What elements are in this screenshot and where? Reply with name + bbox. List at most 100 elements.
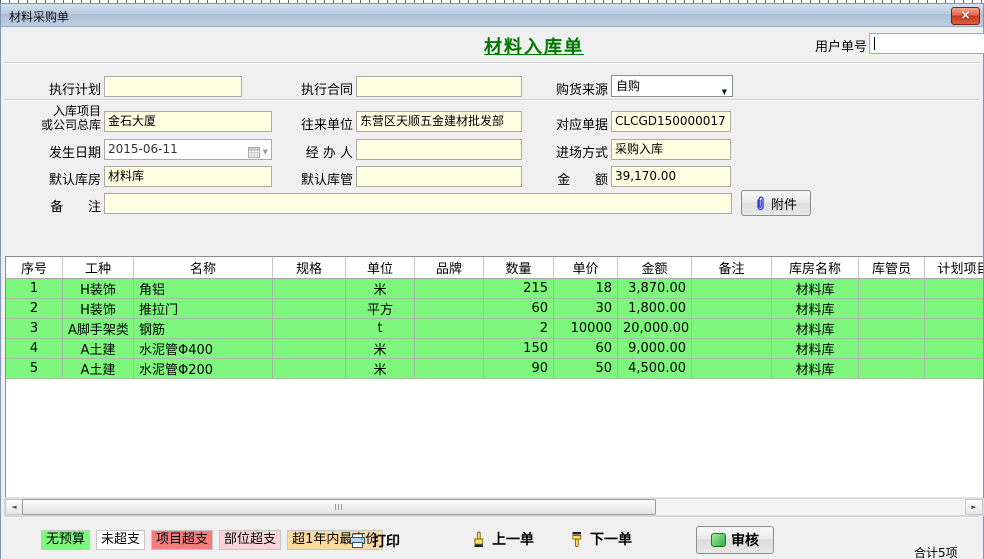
table-cell[interactable] <box>692 279 772 299</box>
table-cell[interactable]: 4 <box>6 339 63 359</box>
table-cell[interactable]: 4,500.00 <box>618 359 692 379</box>
column-header[interactable]: 数量 <box>484 257 554 279</box>
table-cell[interactable] <box>415 359 484 379</box>
table-cell[interactable]: 60 <box>554 339 618 359</box>
table-cell[interactable] <box>925 279 984 299</box>
handler-input[interactable] <box>356 139 522 160</box>
table-cell[interactable] <box>925 319 984 339</box>
table-cell[interactable]: t <box>346 319 415 339</box>
table-cell[interactable] <box>692 319 772 339</box>
table-cell[interactable]: H装饰 <box>63 279 134 299</box>
table-cell[interactable] <box>859 279 925 299</box>
column-header[interactable]: 计划项目 <box>925 257 984 279</box>
column-header[interactable]: 单价 <box>554 257 618 279</box>
table-cell[interactable]: 3,870.00 <box>618 279 692 299</box>
table-cell[interactable]: 平方 <box>346 299 415 319</box>
date-picker[interactable]: 2015-06-11 ▼ <box>104 139 272 160</box>
counterparty-input[interactable]: 东营区天顺五金建材批发部 <box>356 111 522 132</box>
column-header[interactable]: 规格 <box>273 257 346 279</box>
audit-button[interactable]: 审核 <box>696 526 774 554</box>
table-cell[interactable]: 150 <box>484 339 554 359</box>
column-header[interactable]: 序号 <box>6 257 63 279</box>
table-cell[interactable]: 3 <box>6 319 63 339</box>
table-cell[interactable]: 角铝 <box>134 279 273 299</box>
column-header[interactable]: 库管员 <box>859 257 925 279</box>
purchase-source-dropdown[interactable]: 自购 ▼ <box>611 75 733 97</box>
horizontal-scrollbar[interactable]: ◄ ► <box>4 498 984 516</box>
attachment-button[interactable]: 附件 <box>741 190 811 216</box>
table-cell[interactable] <box>692 359 772 379</box>
scroll-left-button[interactable]: ◄ <box>5 499 23 515</box>
table-cell[interactable] <box>692 339 772 359</box>
table-cell[interactable] <box>925 299 984 319</box>
table-cell[interactable]: 材料库 <box>772 299 859 319</box>
table-cell[interactable] <box>415 319 484 339</box>
table-cell[interactable]: 2 <box>6 299 63 319</box>
print-button[interactable]: 打印 <box>349 531 400 551</box>
table-cell[interactable]: 1 <box>6 279 63 299</box>
default-keeper-input[interactable] <box>356 166 522 187</box>
table-cell[interactable] <box>273 339 346 359</box>
table-cell[interactable]: A脚手架类 <box>63 319 134 339</box>
table-cell[interactable] <box>273 319 346 339</box>
table-cell[interactable] <box>692 299 772 319</box>
table-cell[interactable]: 9,000.00 <box>618 339 692 359</box>
table-cell[interactable]: 推拉门 <box>134 299 273 319</box>
project-input[interactable]: 金石大厦 <box>104 111 272 132</box>
table-cell[interactable] <box>415 299 484 319</box>
ref-doc-input[interactable]: CLCGD150000017 <box>611 111 731 132</box>
column-header[interactable]: 名称 <box>134 257 273 279</box>
table-row[interactable]: 5A土建水泥管Φ200 米 90504,500.00 材料库 <box>6 359 983 379</box>
table-cell[interactable]: A土建 <box>63 359 134 379</box>
close-button[interactable]: × <box>951 7 980 25</box>
column-header[interactable]: 工种 <box>63 257 134 279</box>
exec-contract-input[interactable] <box>356 76 522 97</box>
table-cell[interactable]: 水泥管Φ200 <box>134 359 273 379</box>
table-cell[interactable]: 50 <box>554 359 618 379</box>
table-cell[interactable]: 材料库 <box>772 319 859 339</box>
column-header[interactable]: 金额 <box>618 257 692 279</box>
table-cell[interactable]: 米 <box>346 359 415 379</box>
table-cell[interactable]: 钢筋 <box>134 319 273 339</box>
table-cell[interactable]: 10000 <box>554 319 618 339</box>
table-cell[interactable] <box>859 319 925 339</box>
column-header[interactable]: 备注 <box>692 257 772 279</box>
table-cell[interactable]: 90 <box>484 359 554 379</box>
table-cell[interactable] <box>859 339 925 359</box>
table-row[interactable]: 4A土建水泥管Φ400米150609,000.00材料库 <box>6 339 983 359</box>
table-cell[interactable]: 5 <box>6 359 63 379</box>
table-cell[interactable] <box>415 279 484 299</box>
scrollbar-thumb[interactable] <box>22 499 656 515</box>
table-cell[interactable]: 1,800.00 <box>618 299 692 319</box>
table-cell[interactable] <box>273 299 346 319</box>
table-cell[interactable] <box>859 359 925 379</box>
scroll-right-button[interactable]: ► <box>965 499 983 515</box>
table-cell[interactable] <box>925 359 984 379</box>
table-cell[interactable]: 215 <box>484 279 554 299</box>
table-cell[interactable]: 材料库 <box>772 339 859 359</box>
column-header[interactable]: 单位 <box>346 257 415 279</box>
table-cell[interactable] <box>925 339 984 359</box>
table-row[interactable]: 2H装饰推拉门平方60301,800.00材料库 <box>6 299 983 319</box>
table-cell[interactable]: 20,000.00 <box>618 319 692 339</box>
table-row[interactable]: 1H装饰角铝米215183,870.00材料库 <box>6 279 983 299</box>
table-cell[interactable]: 材料库 <box>772 279 859 299</box>
table-cell[interactable] <box>415 339 484 359</box>
table-cell[interactable]: 18 <box>554 279 618 299</box>
column-header[interactable]: 品牌 <box>415 257 484 279</box>
table-cell[interactable] <box>859 299 925 319</box>
table-cell[interactable] <box>273 279 346 299</box>
table-cell[interactable]: 材料库 <box>772 359 859 379</box>
table-cell[interactable]: H装饰 <box>63 299 134 319</box>
amount-input[interactable]: 39,170.00 <box>611 166 731 187</box>
previous-order-button[interactable]: 上一单 <box>472 529 534 549</box>
next-order-button[interactable]: 下一单 <box>570 529 632 549</box>
user-no-input[interactable] <box>869 33 984 54</box>
table-cell[interactable]: 2 <box>484 319 554 339</box>
column-header[interactable]: 库房名称 <box>772 257 859 279</box>
table-cell[interactable]: A土建 <box>63 339 134 359</box>
table-cell[interactable]: 30 <box>554 299 618 319</box>
remark-input[interactable] <box>104 193 732 214</box>
table-row[interactable]: 3A脚手架类钢筋 t 21000020,000.00 材料库 <box>6 319 983 339</box>
table-cell[interactable]: 水泥管Φ400 <box>134 339 273 359</box>
